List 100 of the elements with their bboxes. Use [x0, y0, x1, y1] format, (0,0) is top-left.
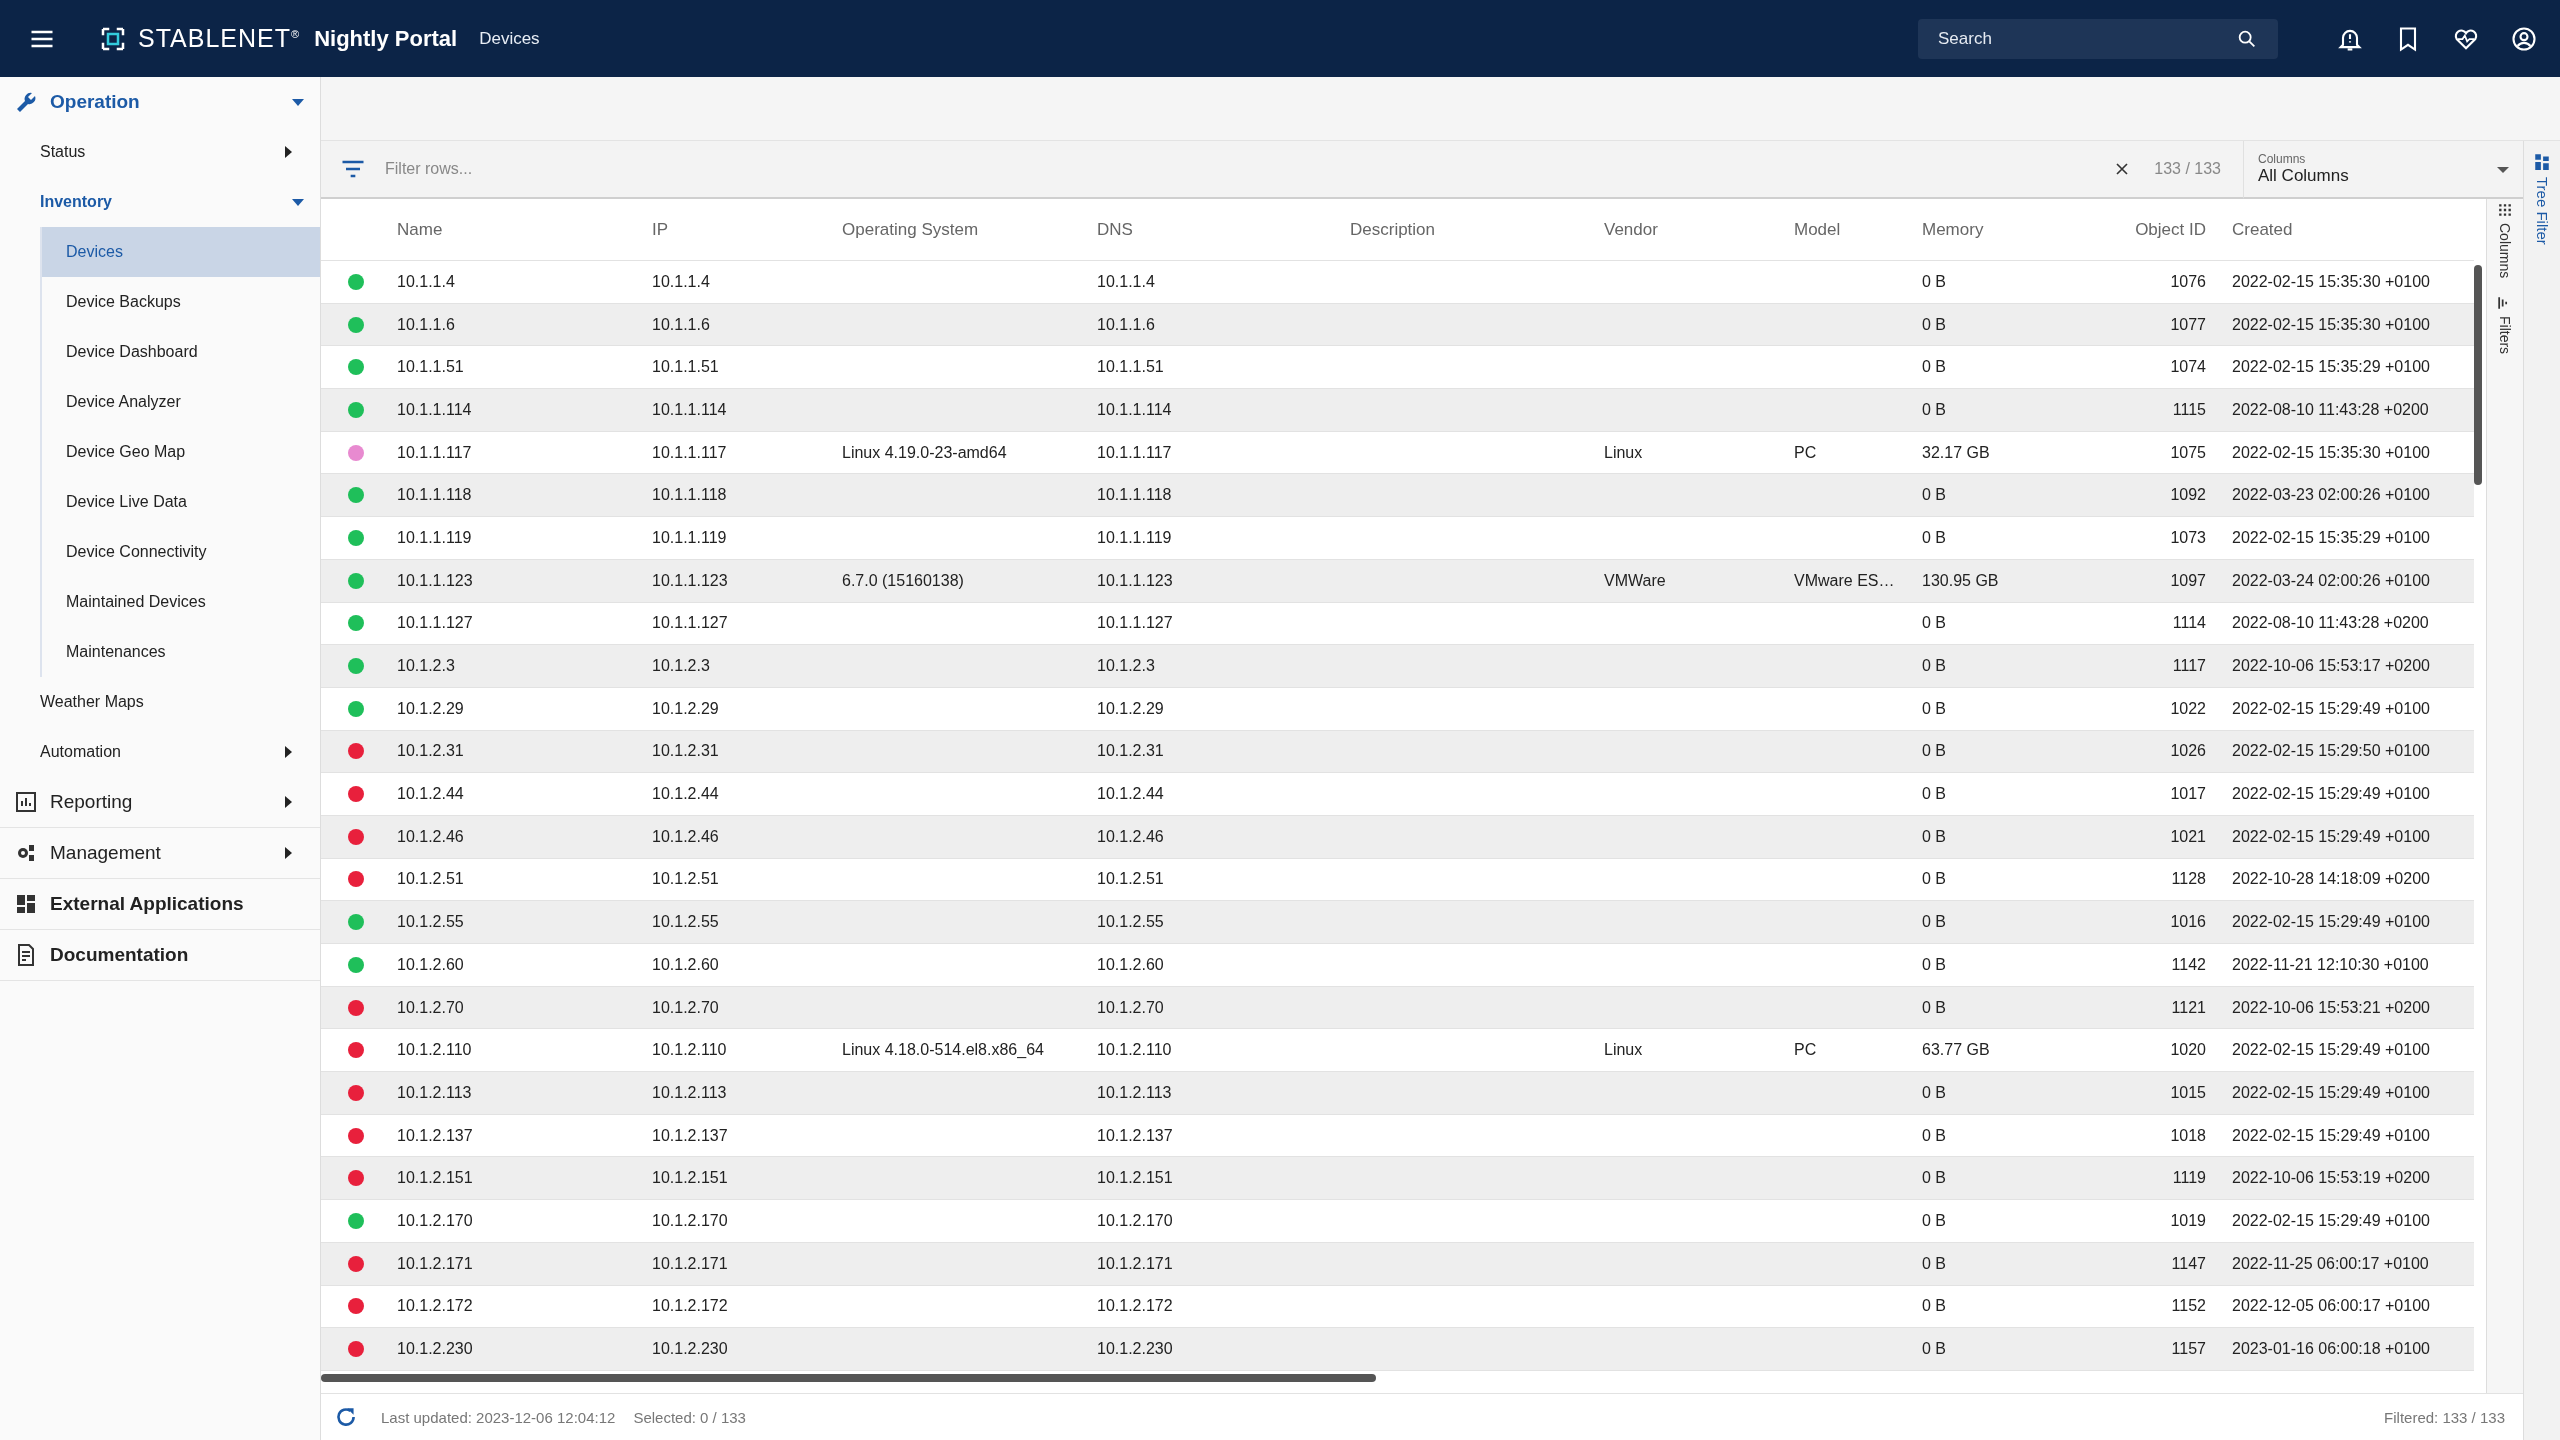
table-cell: 2022-02-15 15:29:49 +0100: [2232, 785, 2430, 803]
nav-section[interactable]: Documentation: [0, 930, 320, 981]
column-header[interactable]: Memory: [1908, 219, 2108, 240]
nav-section[interactable]: Reporting: [0, 777, 320, 828]
table-cell: 1021: [2170, 827, 2206, 845]
table-cell: 1092: [2170, 486, 2206, 504]
table-cell: 0 B: [1922, 742, 1946, 760]
last-updated-text: Last updated: 2023-12-06 12:04:12: [381, 1408, 616, 1426]
column-header[interactable]: Name: [383, 219, 638, 240]
nav-item-label: Status: [40, 143, 87, 161]
table-cell: 10.1.2.3: [397, 657, 455, 675]
table-cell: 10.1.2.29: [652, 699, 719, 717]
table-cell: PC: [1794, 443, 1817, 461]
table-cell: 2022-02-15 15:35:30 +0100: [2232, 315, 2430, 333]
table-cell: 10.1.2.31: [1097, 742, 1164, 760]
side-panel-tab[interactable]: Filters: [2497, 296, 2513, 355]
table-cell: 10.1.2.171: [652, 1254, 728, 1272]
caret-icon: [292, 98, 304, 106]
columns-select[interactable]: Columns All Columns: [2243, 141, 2523, 199]
column-header[interactable]: Object ID: [2108, 219, 2218, 240]
table-cell: 10.1.1.6: [652, 315, 710, 333]
table-cell: 10.1.2.55: [652, 913, 719, 931]
table-cell: 10.1.1.4: [397, 272, 455, 290]
column-header[interactable]: Operating System: [828, 219, 1083, 240]
table-cell: 10.1.1.118: [652, 486, 727, 504]
nav-section[interactable]: Operation: [0, 77, 320, 127]
table-cell: 10.1.2.60: [397, 955, 464, 973]
scrollbar-thumb[interactable]: [2474, 265, 2482, 485]
nav-item[interactable]: Status: [0, 127, 320, 177]
table-cell: 2022-10-28 14:18:09 +0200: [2232, 870, 2430, 888]
nav-subitem[interactable]: Device Live Data: [42, 477, 320, 527]
table-cell: 10.1.2.60: [652, 955, 719, 973]
table-cell: 1073: [2170, 528, 2206, 546]
search-field[interactable]: Search: [1918, 18, 2278, 59]
table-cell: 10.1.2.51: [1097, 870, 1164, 888]
nav-section[interactable]: External Applications: [0, 879, 320, 930]
side-panel-tab[interactable]: Columns: [2497, 203, 2513, 279]
column-header[interactable]: IP: [638, 219, 828, 240]
nav-subitem[interactable]: Device Geo Map: [42, 427, 320, 477]
table-cell: 10.1.1.123: [1097, 571, 1173, 589]
nav-subitem[interactable]: Device Analyzer: [42, 377, 320, 427]
table-cell: 1075: [2170, 443, 2206, 461]
nav-subitem[interactable]: Maintained Devices: [42, 577, 320, 627]
nav-subitem[interactable]: Device Dashboard: [42, 327, 320, 377]
breadcrumb[interactable]: Devices: [479, 28, 540, 49]
table-cell: 10.1.2.151: [1097, 1169, 1173, 1187]
table-cell: 10.1.1.117: [397, 443, 472, 461]
table-cell: 10.1.1.114: [397, 400, 472, 418]
column-header[interactable]: Created: [2218, 219, 2474, 240]
column-header[interactable]: Vendor: [1590, 219, 1780, 240]
caret-icon: [292, 198, 304, 206]
table-cell: Linux: [1604, 1041, 1643, 1059]
tree-filter-tab[interactable]: Tree Filter: [2533, 153, 2551, 245]
table-cell: 32.17 GB: [1922, 443, 1990, 461]
table-cell: 2022-02-15 15:29:49 +0100: [2232, 1211, 2430, 1229]
table-cell: 10.1.2.44: [652, 785, 719, 803]
table-cell: 10.1.2.3: [652, 657, 710, 675]
account-icon[interactable]: [2510, 24, 2538, 53]
nav-subitem[interactable]: Device Connectivity: [42, 527, 320, 577]
table-cell: 10.1.2.230: [1097, 1340, 1173, 1358]
table-cell: 1142: [2171, 955, 2206, 973]
table-cell: 2022-02-15 15:29:49 +0100: [2232, 1083, 2430, 1101]
scrollbar-thumb[interactable]: [321, 1373, 1376, 1382]
filter-button[interactable]: [321, 141, 367, 199]
nav-item[interactable]: Weather Maps: [0, 677, 320, 727]
table-cell: 2023-01-16 06:00:18 +0100: [2232, 1340, 2430, 1358]
filtered-count: Filtered: 133 / 133: [2384, 1408, 2505, 1426]
table-cell: 10.1.2.230: [652, 1340, 728, 1358]
table-cell: 2022-02-15 15:35:30 +0100: [2232, 272, 2430, 290]
table-cell: 2022-02-15 15:29:49 +0100: [2232, 699, 2430, 717]
nav-item-label: Automation: [40, 743, 122, 761]
table-cell: 10.1.1.6: [1097, 315, 1155, 333]
table-cell: 10.1.1.51: [1097, 358, 1164, 376]
table-cell: 10.1.2.44: [397, 785, 464, 803]
table-cell: 10.1.1.51: [397, 358, 464, 376]
filter-field[interactable]: Filter rows...: [367, 141, 2113, 199]
nav-item[interactable]: Inventory: [0, 177, 320, 227]
nav-section-label: Reporting: [50, 791, 134, 813]
nav-item[interactable]: Automation: [0, 727, 320, 777]
nav-subitem[interactable]: Devices: [42, 227, 320, 277]
table-cell: 2022-02-15 15:29:49 +0100: [2232, 827, 2430, 845]
nav-subitem[interactable]: Maintenances: [42, 627, 320, 677]
table-cell: 0 B: [1922, 486, 1946, 504]
table-cell: 1015: [2170, 1083, 2206, 1101]
column-header[interactable]: Model: [1780, 219, 1908, 240]
table-cell: Linux: [1604, 443, 1643, 461]
table-cell: 10.1.2.51: [397, 870, 464, 888]
nav-section[interactable]: Management: [0, 828, 320, 879]
table-cell: 2022-11-21 12:10:30 +0100: [2232, 955, 2429, 973]
table-cell: 1119: [2172, 1169, 2206, 1187]
nav-item-label: Inventory: [40, 193, 113, 211]
table-cell: 0 B: [1922, 272, 1946, 290]
table-cell: 10.1.1.119: [397, 528, 472, 546]
column-header[interactable]: Description: [1336, 219, 1590, 240]
table-cell: 2022-02-15 15:35:29 +0100: [2232, 358, 2430, 376]
table-cell: 10.1.2.70: [652, 998, 719, 1016]
table-cell: 0 B: [1922, 657, 1946, 675]
table-cell: 0 B: [1922, 1254, 1946, 1272]
nav-subitem[interactable]: Device Backups: [42, 277, 320, 327]
column-header[interactable]: DNS: [1083, 219, 1336, 240]
